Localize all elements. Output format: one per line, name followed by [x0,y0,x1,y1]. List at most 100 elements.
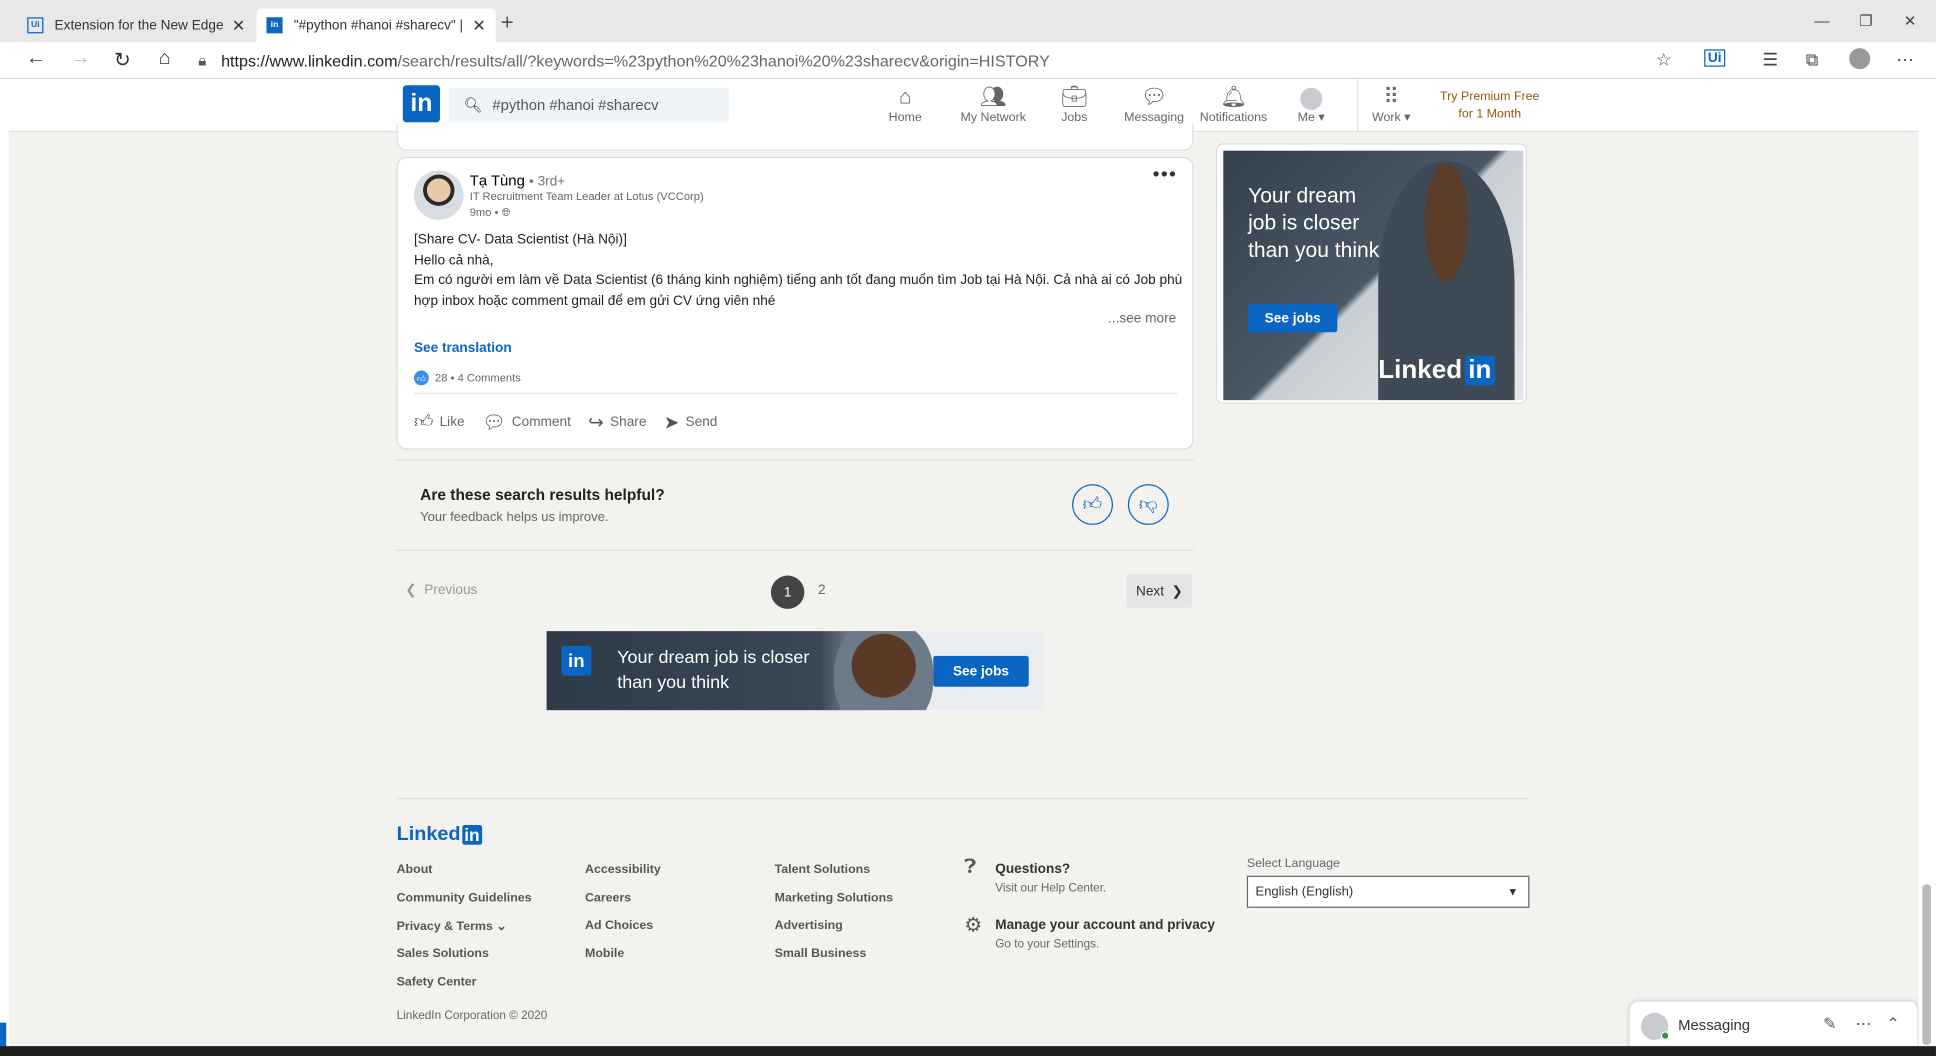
footer-link-advertising[interactable]: Advertising [775,919,843,933]
lock-icon: 🔒︎ [198,51,207,69]
favorite-star-icon[interactable]: ☆ [1656,49,1672,70]
footer-link-sales-solutions[interactable]: Sales Solutions [397,947,489,961]
manage-account-link[interactable]: Manage your account and privacy [995,918,1215,933]
footer-link-ad-choices[interactable]: Ad Choices [585,919,653,933]
thumbs-up-icon: 👍︎ [413,411,434,433]
messaging-bar[interactable]: Messaging ✎ ⋯ ⌃ [1628,1000,1919,1048]
search-input[interactable]: 🔍︎ #python #hanoi #sharecv [448,87,729,123]
send-button[interactable]: ➤ Send [664,411,718,434]
nav-notifications[interactable]: 🔔︎ Notifications [1200,84,1268,125]
previous-page-button[interactable]: ❮ Previous [405,582,477,598]
footer-link-talent-solutions[interactable]: Talent Solutions [775,863,870,877]
url-path: /search/results/all/?keywords=%23python%… [397,51,1050,70]
nav-my-network[interactable]: 👥︎ My Network [961,84,1026,125]
jobs-icon: 💼︎ [1060,85,1088,109]
footer-linkedin-logo[interactable]: Linked in [397,824,483,846]
browser-tab-bar: Ui Extension for the New Edge Brow ✕ in … [0,0,1936,42]
previous-post-card [396,123,1194,151]
footer-divider [396,797,1530,800]
search-feedback: Are these search results helpful? Your f… [396,459,1194,551]
language-select[interactable]: English (English) ▼ [1246,875,1530,908]
see-jobs-button[interactable]: See jobs [1248,303,1338,333]
compose-icon[interactable]: ✎ [1823,1014,1837,1034]
collections-icon[interactable]: ⧉ [1806,49,1818,70]
footer-link-marketing-solutions[interactable]: Marketing Solutions [775,892,893,906]
footer-link-community-guidelines[interactable]: Community Guidelines [397,892,532,906]
chevron-up-icon[interactable]: ⌃ [1886,1014,1900,1034]
post-actions: 👍︎ Like 💬︎ Comment ↪ Share ➤ Send [414,411,717,433]
nav-messaging[interactable]: 💬︎ Messaging [1124,84,1184,125]
close-tab-icon[interactable]: ✕ [472,15,486,35]
linkedin-logo-icon: in [561,645,592,676]
see-translation-link[interactable]: See translation [414,341,512,356]
premium-link[interactable]: Try Premium Free for 1 Month [1434,89,1546,124]
browser-tab-active[interactable]: in "#python #hanoi #sharecv" | Sea ✕ [256,8,496,42]
more-options-icon[interactable]: ⋯ [1855,1014,1871,1034]
nav-label: Work ▾ [1372,111,1411,125]
forward-icon[interactable]: → [71,48,91,70]
linkedin-logo-icon[interactable]: in [402,85,440,123]
tab-title: "#python #hanoi #sharecv" | Sea [293,17,468,33]
browser-tab[interactable]: Ui Extension for the New Edge Brow ✕ [17,9,255,42]
manage-account-subtext: Go to your Settings. [995,937,1100,952]
comment-icon: 💬︎ [481,412,506,434]
linkedin-favicon-icon: in [266,17,283,34]
help-center-link[interactable]: Questions? [995,862,1070,877]
see-more-link[interactable]: ...see more [1108,311,1176,326]
post-menu-icon[interactable]: ••• [1153,164,1178,186]
refresh-icon[interactable]: ↻ [114,48,131,73]
profile-avatar-icon[interactable] [1849,48,1871,70]
footer-link-privacy-terms[interactable]: Privacy & Terms ⌄ [397,920,507,934]
nav-jobs[interactable]: 💼︎ Jobs [1061,84,1088,125]
close-window-icon[interactable]: ✕ [1904,12,1916,29]
footer-link-careers[interactable]: Careers [585,892,631,906]
thumbs-down-feedback-button[interactable]: 👎︎ [1127,484,1169,525]
nav-label: Me ▾ [1297,111,1325,125]
favorites-icon[interactable]: ☰ [1762,49,1778,70]
share-button[interactable]: ↪ Share [588,411,646,434]
nav-home[interactable]: ⌂ Home [889,84,922,125]
footer-link-small-business[interactable]: Small Business [775,947,867,961]
nav-label: Notifications [1199,111,1268,125]
footer-link-accessibility[interactable]: Accessibility [585,863,661,877]
minimize-icon[interactable]: — [1814,12,1829,29]
like-button[interactable]: 👍︎ Like [414,411,465,433]
share-arrow-icon: ↪ [588,412,604,434]
url-field[interactable]: 🔒︎ https://www.linkedin.com/search/resul… [198,46,1685,76]
footer-link-about[interactable]: About [397,863,433,877]
thumbs-up-feedback-button[interactable]: 👍︎ [1072,484,1113,525]
see-jobs-button[interactable]: See jobs [933,655,1029,687]
page-2-button[interactable]: 2 [818,583,826,598]
comment-count[interactable]: • 4 Comments [451,372,521,384]
dropdown-caret-icon: ▼ [1507,885,1519,898]
close-tab-icon[interactable]: ✕ [232,15,246,35]
author-avatar[interactable] [413,170,464,220]
restore-icon[interactable]: ❐ [1859,12,1872,29]
reaction-count[interactable]: 28 [435,372,447,384]
comment-button[interactable]: 💬︎ Comment [481,411,571,434]
nav-work[interactable]: ⠿ Work ▾ [1372,84,1410,125]
home-icon[interactable]: ⌂ [159,48,171,70]
divider [413,392,1178,394]
author-name[interactable]: Tạ Tùng • 3rd+ [470,172,566,189]
scrollbar-thumb[interactable] [1922,884,1931,1045]
footer-link-safety-center[interactable]: Safety Center [397,976,477,990]
messaging-icon: 💬︎ [1140,85,1168,109]
side-ad-card[interactable]: Your dream job is closer than you think … [1215,143,1527,404]
connection-degree: • 3rd+ [529,174,566,189]
nav-me[interactable]: Me ▾ [1298,84,1325,125]
extension-icon[interactable]: Ui [1704,49,1726,67]
url-text: https://www.linkedin.com/search/results/… [221,51,1050,70]
footer-link-mobile[interactable]: Mobile [585,947,624,961]
post-card: Tạ Tùng • 3rd+ IT Recruitment Team Leade… [396,156,1194,450]
more-menu-icon[interactable]: ⋯ [1896,49,1913,70]
left-edge [0,79,9,1056]
new-tab-icon[interactable]: + [501,10,514,36]
address-bar: ← → ↻ ⌂ 🔒︎ https://www.linkedin.com/sear… [0,41,1936,80]
page-1-button[interactable]: 1 [770,575,805,609]
tab-title: Extension for the New Edge Brow [54,17,227,33]
back-icon[interactable]: ← [26,48,46,70]
next-page-button[interactable]: Next ❯ [1126,574,1193,608]
banner-ad[interactable]: in Your dream job is closer than you thi… [546,631,1044,711]
social-counts[interactable]: 👍︎ 28 • 4 Comments [413,370,521,386]
